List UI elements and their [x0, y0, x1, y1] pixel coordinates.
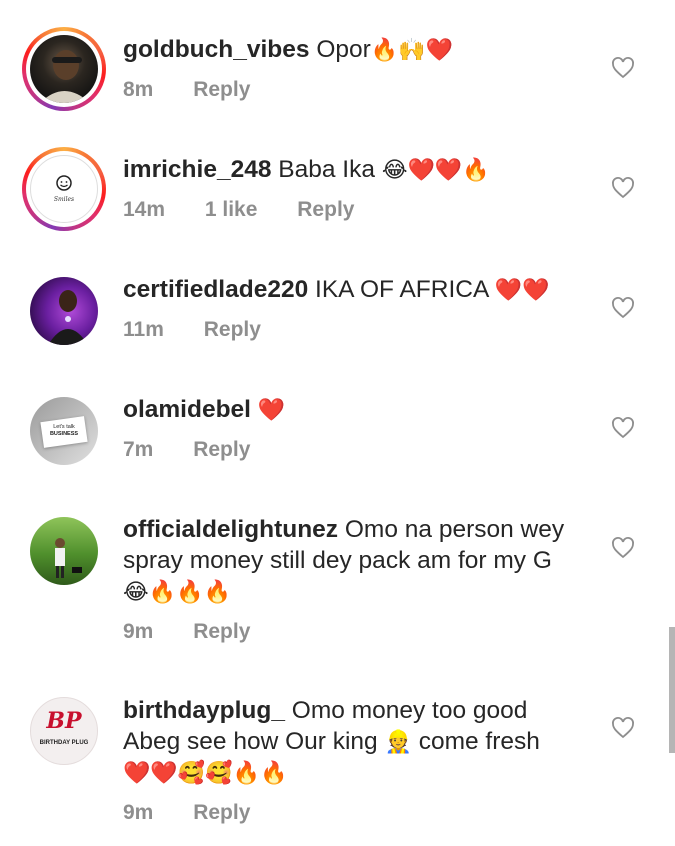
comment-text: come fresh	[418, 728, 540, 755]
comment-username[interactable]: olamidebel	[123, 396, 251, 423]
comment-emoji: 🔥🙌❤️	[370, 37, 453, 62]
reply-button[interactable]: Reply	[193, 801, 250, 824]
reply-button[interactable]: Reply	[297, 198, 354, 221]
comment-username[interactable]: officialdelightunez	[123, 516, 338, 543]
comment-time: 7m	[123, 438, 154, 461]
comment-like-count[interactable]: 1 like	[205, 198, 258, 221]
reply-button[interactable]: Reply	[193, 620, 250, 643]
comment-username[interactable]: birthdayplug_	[123, 697, 285, 724]
comment-time: 11m	[123, 318, 164, 341]
comment-text: Omo money too good	[291, 697, 528, 724]
comment-emoji: ❤️	[257, 397, 286, 422]
avatar-caption: Smiles	[53, 196, 75, 203]
avatar: Smiles	[30, 155, 98, 223]
comment-emoji: ❤️❤️🥰🥰🔥🔥	[123, 760, 288, 785]
avatar-logo: BP	[46, 708, 82, 734]
comment-time: 9m	[123, 620, 154, 643]
avatar-caption: BUSINESS	[49, 431, 79, 437]
reply-button[interactable]: Reply	[193, 438, 250, 461]
comment-emoji: 👷	[384, 729, 412, 754]
avatar	[30, 35, 98, 103]
comment-text: Opor	[316, 36, 371, 63]
like-heart-icon[interactable]	[611, 716, 635, 740]
avatar[interactable]: Let's talk BUSINESS	[30, 397, 98, 465]
like-heart-icon[interactable]	[611, 416, 635, 440]
reply-button[interactable]: Reply	[193, 78, 250, 101]
comment-username[interactable]: certifiedlade220	[123, 276, 308, 303]
like-heart-icon[interactable]	[611, 176, 635, 200]
comment-time: 8m	[123, 78, 154, 101]
reply-button[interactable]: Reply	[204, 318, 261, 341]
comment-time: 14m	[123, 198, 166, 221]
comment-emoji: 😂🔥🔥🔥	[123, 579, 231, 604]
like-heart-icon[interactable]	[611, 56, 635, 80]
avatar[interactable]	[30, 277, 98, 345]
avatar-story-ring[interactable]	[22, 27, 106, 111]
scrollbar[interactable]	[669, 627, 675, 753]
comment-username[interactable]: goldbuch_vibes	[123, 36, 310, 63]
avatar-caption: Let's talk	[53, 424, 75, 430]
like-heart-icon[interactable]	[611, 536, 635, 560]
comment-text: Omo na person wey	[344, 516, 565, 543]
comment-text: Abeg see how Our king	[123, 728, 378, 755]
avatar[interactable]	[30, 517, 98, 585]
comment-text: IKA OF AFRICA	[315, 276, 488, 303]
like-heart-icon[interactable]	[611, 296, 635, 320]
comment-text: spray money still dey pack am for my G	[123, 547, 552, 574]
avatar-story-ring[interactable]: Smiles	[22, 147, 106, 231]
comment-username[interactable]: imrichie_248	[123, 156, 271, 183]
comment-text: Baba Ika	[278, 156, 375, 183]
comment-emoji: ❤️❤️	[494, 277, 550, 302]
avatar-caption: BIRTHDAY PLUG	[39, 740, 89, 746]
avatar[interactable]: BP BIRTHDAY PLUG	[30, 697, 98, 765]
comment-time: 9m	[123, 801, 154, 824]
comment-emoji: 😂❤️❤️🔥	[381, 157, 490, 182]
